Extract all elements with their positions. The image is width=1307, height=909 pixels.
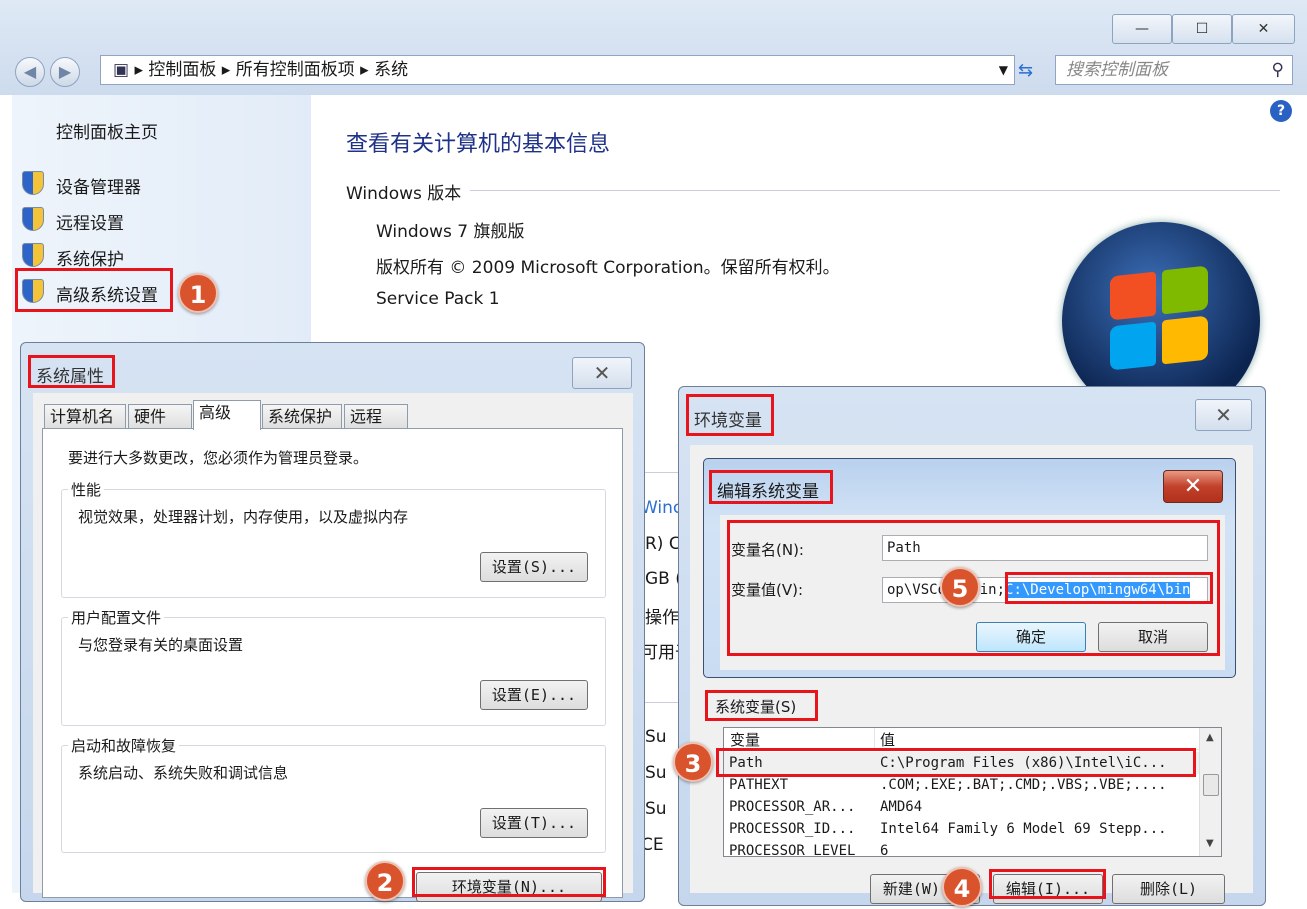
maximize-button[interactable]: ☐ [1172,14,1232,44]
tab-remote[interactable]: 远程 [344,404,408,429]
tab-computer-name[interactable]: 计算机名 [44,404,126,429]
close-icon[interactable]: ✕ [1195,399,1252,431]
list-header: 变量 值 [724,728,1199,750]
table-row[interactable]: PROCESSOR_LEVEL 6 [724,840,1199,857]
variable-value: Intel64 Family 6 Model 69 Stepp... [880,821,1167,837]
column-header-value[interactable]: 值 [880,729,895,750]
highlight-box [15,268,173,312]
info-fragment: Su [645,799,667,819]
startup-settings-button[interactable]: 设置(T)... [480,808,588,838]
close-icon[interactable]: ✕ [1163,470,1223,503]
help-icon[interactable]: ? [1270,100,1292,122]
tab-system-protection[interactable]: 系统保护 [262,404,342,429]
group-desc: 与您登录有关的桌面设置 [78,636,244,654]
breadcrumb-item[interactable]: 系统 [374,60,408,80]
table-row[interactable]: PROCESSOR_ID... Intel64 Family 6 Model 69… [724,818,1199,840]
shield-icon [22,171,44,195]
variable-value: AMD64 [880,799,923,815]
highlight-box [727,520,1220,656]
computer-icon: ▣ [113,60,130,80]
sidebar-home-link[interactable]: 控制面板主页 [56,118,158,143]
sidebar-item-protection[interactable]: 系统保护 [56,245,124,270]
close-icon[interactable]: ✕ [572,357,632,389]
highlight-box [28,355,115,388]
edition-text: Windows 7 旗舰版 [376,222,525,242]
step-badge: 4 [942,867,982,907]
page-title: 查看有关计算机的基本信息 [346,132,611,157]
info-fragment: 操作 [645,608,679,628]
info-fragment: Su [645,763,667,783]
info-fragment: Su [645,727,667,747]
minimize-button[interactable]: — [1112,14,1172,44]
close-window-button[interactable]: ✕ [1232,14,1295,44]
shield-icon [22,243,44,267]
search-input[interactable]: 搜索控制面板 ⚲ [1055,55,1293,85]
variable-name: PROCESSOR_ID... [729,821,856,837]
copyright-text: 版权所有 © 2009 Microsoft Corporation。保留所有权利… [376,258,840,278]
scroll-up-icon[interactable]: ▲ [1206,732,1214,743]
breadcrumb-item[interactable]: 控制面板 [148,60,216,80]
sidebar-item-remote[interactable]: 远程设置 [56,209,124,234]
breadcrumb-item[interactable]: 所有控制面板项 [236,60,355,80]
back-icon[interactable]: ◀ [15,57,45,87]
shield-icon [22,207,44,231]
profile-settings-button[interactable]: 设置(E)... [480,680,588,710]
scroll-thumb[interactable] [1203,774,1219,796]
info-fragment: Winc [641,498,683,518]
step-badge: 3 [673,742,713,782]
group-title: 性能 [68,479,105,500]
section-heading: Windows 版本 [346,184,462,204]
delete-variable-button[interactable]: 删除(L) [1112,874,1225,904]
variable-value: .COM;.EXE;.BAT;.CMD;.VBS;.VBE;.... [880,777,1167,793]
service-pack-text: Service Pack 1 [376,289,500,309]
divider [470,190,1280,191]
highlight-box [709,470,833,504]
refresh-icon[interactable]: ⇆ [1018,60,1033,81]
search-icon[interactable]: ⚲ [1272,56,1284,84]
forward-icon[interactable]: ▶ [50,57,80,87]
table-row[interactable]: PROCESSOR_AR... AMD64 [724,796,1199,818]
variable-name: PATHEXT [729,777,789,793]
highlight-box [686,394,774,436]
tab-advanced[interactable]: 高级 [193,400,261,430]
group-title: 启动和故障恢复 [68,735,180,756]
info-fragment: R) C [645,534,681,554]
admin-note: 要进行大多数更改，您必须作为管理员登录。 [68,449,369,467]
step-badge: 1 [178,273,218,313]
system-variables-list[interactable]: 变量 值 Path C:\Program Files (x86)\Intel\iC… [723,727,1222,857]
variable-value: 6 [880,843,889,857]
scrollbar[interactable]: ▲ ▼ [1199,728,1221,856]
group-desc: 视觉效果，处理器计划，内存使用，以及虚拟内存 [78,508,409,526]
performance-settings-button[interactable]: 设置(S)... [480,552,588,582]
variable-name: PROCESSOR_LEVEL [729,843,856,857]
column-header-name[interactable]: 变量 [730,729,760,750]
variable-name: PROCESSOR_AR... [729,799,856,815]
group-desc: 系统启动、系统失败和调试信息 [78,764,289,782]
sidebar-item-device-manager[interactable]: 设备管理器 [56,173,141,198]
scroll-down-icon[interactable]: ▼ [1206,838,1214,849]
info-fragment: GB ( [645,569,682,589]
step-badge: 2 [365,861,405,901]
chevron-down-icon[interactable]: ▼ [999,56,1008,84]
highlight-box [716,748,1196,777]
highlight-box [705,690,818,721]
highlight-box [989,869,1106,899]
group-title: 用户配置文件 [68,607,165,628]
tab-hardware[interactable]: 硬件 [128,404,192,429]
table-row[interactable]: PATHEXT .COM;.EXE;.BAT;.CMD;.VBS;.VBE;...… [724,774,1199,796]
address-bar[interactable]: ▣ ▸ 控制面板 ▸ 所有控制面板项 ▸ 系统 ▼ [100,55,1015,85]
